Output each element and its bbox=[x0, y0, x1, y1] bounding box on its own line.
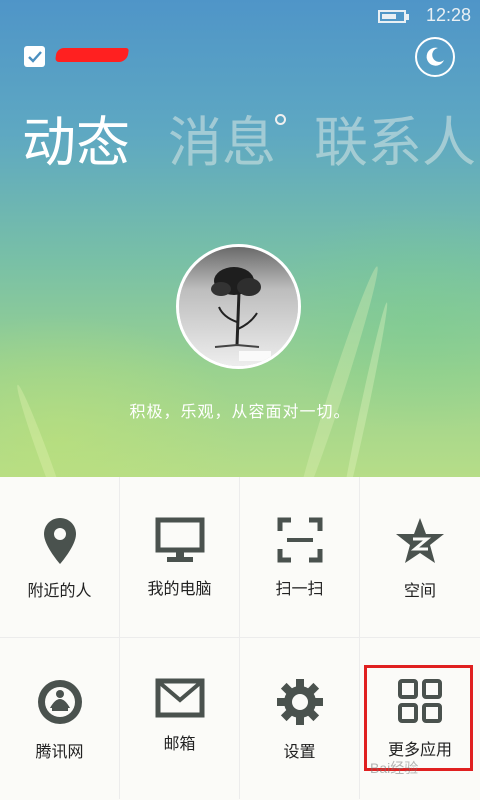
profile-signature: 积极，乐观，从容面对一切。 bbox=[129, 402, 351, 421]
grid-item-label: 附近的人 bbox=[27, 581, 92, 600]
grid-item-qzone[interactable]: 空间 bbox=[360, 477, 480, 638]
grid-item-tencent-news[interactable]: 腾讯网 bbox=[0, 638, 120, 799]
tab-feed[interactable]: 动态 bbox=[22, 108, 130, 178]
grid-item-label: 空间 bbox=[403, 581, 436, 600]
grid-item-label: 邮箱 bbox=[163, 734, 196, 753]
grid-item-label: 腾讯网 bbox=[35, 742, 84, 761]
gear-icon bbox=[276, 679, 323, 725]
status-bar: 12:28 bbox=[0, 0, 480, 32]
grid-item-nearby[interactable]: 附近的人 bbox=[0, 477, 120, 638]
grid-item-my-computer[interactable]: 我的电脑 bbox=[120, 477, 240, 638]
grid-item-scan[interactable]: 扫一扫 bbox=[240, 477, 360, 638]
clock: 12:28 bbox=[426, 5, 472, 25]
grass-decoration bbox=[337, 301, 391, 477]
grid-item-label: 我的电脑 bbox=[147, 579, 212, 598]
nickname-redacted[interactable] bbox=[55, 44, 129, 66]
battery-icon bbox=[378, 10, 409, 23]
unread-dot-icon bbox=[275, 114, 286, 125]
night-mode-button[interactable] bbox=[415, 37, 455, 77]
grid-item-settings[interactable]: 设置 bbox=[240, 638, 360, 799]
tab-contacts[interactable]: 联系人 bbox=[314, 108, 476, 178]
grid-item-label: 扫一扫 bbox=[275, 579, 324, 598]
mail-icon bbox=[155, 678, 204, 718]
grid-item-mail[interactable]: 邮箱 bbox=[120, 638, 240, 799]
monitor-icon bbox=[155, 517, 204, 562]
redaction-mark bbox=[55, 48, 129, 62]
location-pin-icon bbox=[43, 518, 76, 564]
qzone-star-icon bbox=[396, 518, 444, 563]
tab-messages[interactable]: 消息 bbox=[168, 108, 286, 178]
tab-messages-label: 消息 bbox=[168, 111, 276, 174]
avatar[interactable] bbox=[176, 244, 301, 369]
battery-level bbox=[382, 14, 396, 19]
pivot-tabs: 动态 消息 联系人 bbox=[22, 108, 480, 178]
moon-icon bbox=[426, 47, 444, 66]
tencent-news-icon bbox=[37, 680, 82, 724]
avatar-flower-image bbox=[179, 247, 298, 366]
grid-item-label: 设置 bbox=[283, 742, 316, 761]
watermark: Bai经验 bbox=[370, 760, 419, 776]
highlight-annotation bbox=[364, 665, 473, 771]
checkbox-icon[interactable] bbox=[24, 46, 45, 67]
scan-icon bbox=[277, 517, 322, 563]
